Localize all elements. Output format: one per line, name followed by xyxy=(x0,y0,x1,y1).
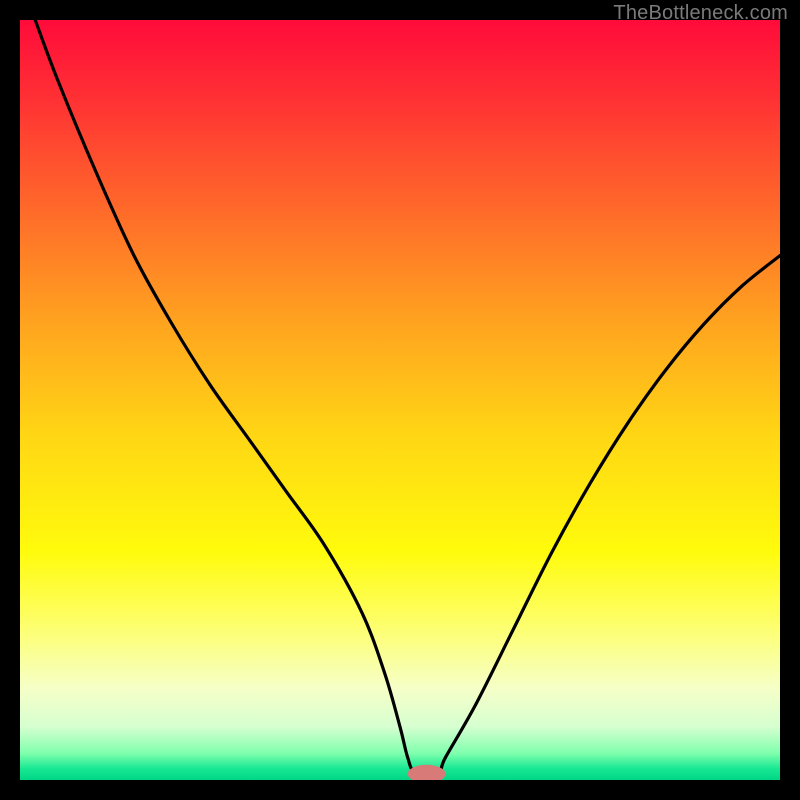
chart-frame: TheBottleneck.com xyxy=(0,0,800,800)
plot-area xyxy=(20,20,780,780)
chart-svg xyxy=(20,20,780,780)
gradient-background xyxy=(20,20,780,780)
